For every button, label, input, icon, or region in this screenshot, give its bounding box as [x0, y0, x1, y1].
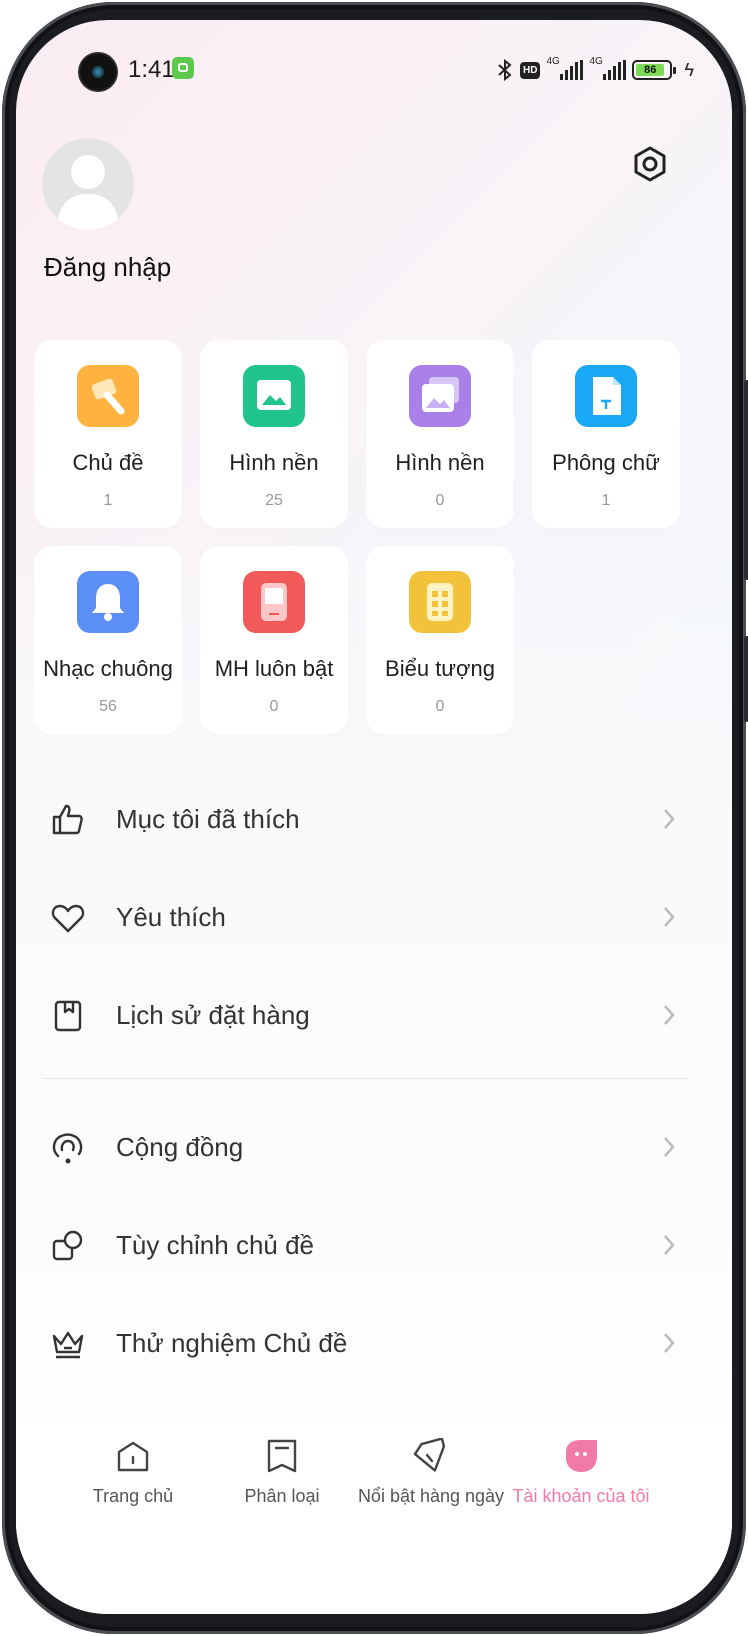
power-button: [744, 636, 748, 722]
app-icons-icon: [409, 571, 471, 633]
chevron-right-icon: [664, 907, 675, 927]
menu-item-liked[interactable]: Mục tôi đã thích: [42, 790, 682, 850]
customize-theme-icon: [52, 1230, 83, 1261]
menu-divider: [42, 1078, 688, 1079]
notification-app-icon: [172, 57, 194, 79]
category-card-ringtones[interactable]: Nhạc chuông 56: [34, 546, 182, 734]
status-icons: HD 4G 4G 86 ϟ: [496, 56, 694, 84]
chevron-right-icon: [664, 809, 675, 829]
thumbs-up-icon: [52, 804, 83, 835]
signal-icon-2: 4G: [589, 56, 627, 80]
chevron-right-icon: [664, 1005, 675, 1025]
chevron-right-icon: [664, 1137, 675, 1157]
chevron-right-icon: [664, 1235, 675, 1255]
bluetooth-icon: [498, 59, 512, 81]
nav-my-account[interactable]: Tài khoản của tôi: [496, 1438, 666, 1518]
font-icon: [575, 365, 637, 427]
crown-icon: [52, 1331, 84, 1359]
menu-item-community[interactable]: Cộng đồng: [42, 1118, 682, 1178]
category-card-icons[interactable]: Biểu tượng 0: [366, 546, 514, 734]
menu-item-beta-theme[interactable]: Thử nghiệm Chủ đề: [42, 1314, 682, 1374]
login-link[interactable]: Đăng nhập: [44, 252, 171, 283]
status-time: 1:41: [128, 56, 175, 83]
front-camera: [80, 54, 116, 90]
brush-icon: [77, 365, 139, 427]
order-history-icon: [54, 1000, 82, 1032]
category-card-wallpapers[interactable]: Hình nền 25: [200, 340, 348, 528]
diamond-icon: [413, 1438, 446, 1472]
menu-item-order-history[interactable]: Lịch sử đặt hàng: [42, 986, 682, 1046]
settings-gear-icon[interactable]: [630, 144, 670, 184]
category-card-live-wallpapers[interactable]: Hình nền 0: [366, 340, 514, 528]
home-icon: [117, 1441, 149, 1472]
bottom-nav: Trang chủ Phân loại Nổi bật hàng ngày Tà…: [16, 1424, 732, 1614]
charging-icon: ϟ: [684, 59, 694, 80]
default-user-icon: [56, 155, 120, 230]
category-card-themes[interactable]: Chủ đề 1: [34, 340, 182, 528]
chevron-right-icon: [664, 1333, 675, 1353]
category-card-fonts[interactable]: Phông chữ 1: [532, 340, 680, 528]
category-icon: [267, 1439, 297, 1473]
image-icon: [243, 365, 305, 427]
battery-icon: 86: [632, 60, 677, 80]
volume-button: [744, 380, 748, 580]
heart-icon: [51, 904, 85, 933]
menu-item-customize-theme[interactable]: Tùy chỉnh chủ đề: [42, 1216, 682, 1276]
screen: 1:41 HD 4G 4G 86 ϟ Đăng nhập Chủ đề 1 Hì…: [16, 20, 732, 1614]
signal-icon: 4G: [546, 56, 584, 80]
hd-voice-icon: HD: [520, 61, 541, 79]
community-icon: [52, 1133, 83, 1164]
phone-frame: 1:41 HD 4G 4G 86 ϟ Đăng nhập Chủ đề 1 Hì…: [0, 0, 748, 1636]
menu-item-favorites[interactable]: Yêu thích: [42, 888, 682, 948]
account-icon: [566, 1440, 597, 1472]
bell-icon: [77, 571, 139, 633]
avatar[interactable]: [42, 138, 134, 230]
status-bar: 1:41 HD 4G 4G 86 ϟ: [16, 20, 732, 120]
live-wallpaper-icon: [409, 365, 471, 427]
category-card-always-on-display[interactable]: MH luôn bật 0: [200, 546, 348, 734]
always-on-display-icon: [243, 571, 305, 633]
